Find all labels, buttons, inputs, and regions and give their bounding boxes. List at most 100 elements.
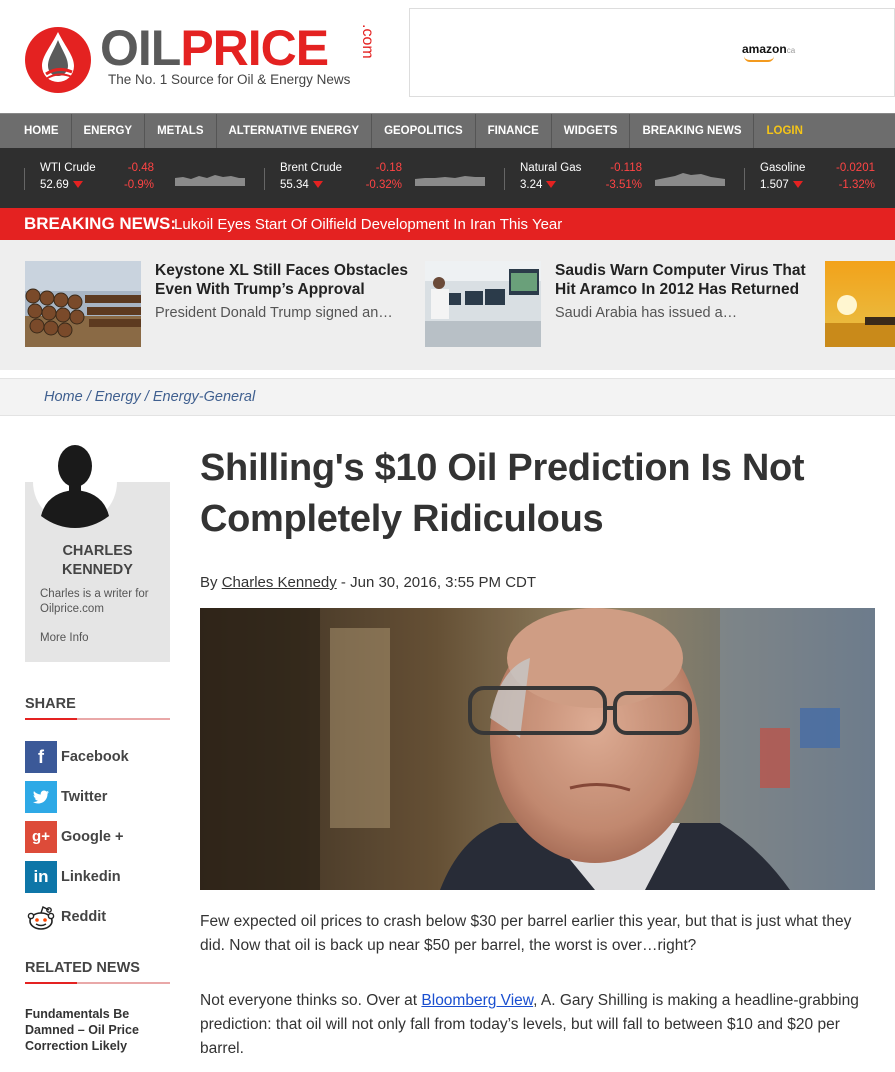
ticker-change: -0.18 (375, 162, 402, 174)
ticker-change: -0.48 (127, 162, 154, 174)
ticker-name: Brent Crude (280, 162, 343, 174)
share-label: Twitter (61, 789, 108, 805)
author-name[interactable]: CHARLES KENNEDY (25, 542, 170, 580)
control-room-image (425, 261, 541, 347)
ticker-percent: -3.51% (605, 179, 642, 191)
share-googleplus-button[interactable]: g+ Google + (25, 821, 170, 853)
ticker-price-value: 3.24 (520, 179, 543, 191)
down-arrow-icon (72, 181, 83, 189)
article-byline: By Charles Kennedy - Jun 30, 2016, 3:55 … (200, 574, 536, 591)
ticker-price-value: 52.69 (40, 179, 69, 191)
nav-login[interactable]: LOGIN (754, 114, 814, 148)
ticker-natural-gas[interactable]: Natural Gas 3.24 -0.118 -3.51% (504, 148, 744, 208)
ticker-price: 52.69 (40, 179, 83, 191)
ticker-change: -0.118 (610, 162, 642, 174)
reddit-icon (27, 906, 55, 930)
twitter-icon (25, 781, 57, 813)
header-ad[interactable]: amazonca (409, 8, 895, 97)
breaking-news-headline[interactable]: Lukoil Eyes Start Of Oilfield Developmen… (174, 216, 562, 233)
ticker-divider (264, 168, 265, 190)
nav-energy[interactable]: ENERGY (72, 114, 146, 148)
breadcrumb: Home / Energy / Energy-General (44, 389, 255, 405)
author-avatar-icon (33, 440, 117, 528)
price-ticker: WTI Crude 52.69 -0.48 -0.9% Brent Crude … (0, 148, 895, 208)
linkedin-icon: in (25, 861, 57, 893)
ticker-price: 3.24 (520, 179, 557, 191)
logo-wordmark: OILPRICE (100, 20, 329, 76)
ticker-divider (504, 168, 505, 190)
nav-breaking-news[interactable]: BREAKING NEWS (630, 114, 755, 148)
amazon-smile-icon (744, 56, 774, 62)
breadcrumb-bar: Home / Energy / Energy-General (0, 378, 895, 416)
byline-prefix: By (200, 574, 222, 591)
nav-alternative-energy[interactable]: ALTERNATIVE ENERGY (217, 114, 373, 148)
share-label: Reddit (61, 909, 107, 925)
breadcrumb-separator: / (82, 389, 95, 405)
sunset-image (825, 261, 895, 347)
nav-home[interactable]: HOME (0, 114, 72, 148)
author-bio: Charles is a writer for Oilprice.com (40, 588, 149, 615)
logo-price: PRICE (180, 20, 329, 76)
featured-title[interactable]: Keystone XL Still Faces Obstacles Even W… (155, 261, 415, 299)
ticker-wti[interactable]: WTI Crude 52.69 -0.48 -0.9% (24, 148, 264, 208)
share-reddit-button[interactable]: Reddit (25, 901, 170, 933)
author-more-info-link[interactable]: More Info (40, 632, 89, 644)
share-label: Linkedin (61, 869, 121, 885)
breadcrumb-separator: / (140, 389, 153, 405)
featured-excerpt: President Donald Trump signed an… (155, 305, 393, 321)
featured-strip: Keystone XL Still Faces Obstacles Even W… (0, 240, 895, 370)
share-heading: SHARE (25, 696, 170, 720)
ticker-gasoline[interactable]: Gasoline 1.507 -0.0201 -1.32% (744, 148, 895, 208)
share-facebook-button[interactable]: f Facebook (25, 741, 170, 773)
pipeline-image (25, 261, 141, 347)
ad-brand-suffix: ca (786, 46, 796, 55)
author-name-first: CHARLES (62, 543, 133, 559)
breadcrumb-energy-general[interactable]: Energy-General (153, 389, 255, 405)
ticker-divider (744, 168, 745, 190)
breaking-news-label: BREAKING NEWS: (24, 214, 177, 233)
article-paragraph: Not everyone thinks so. Over at Bloomber… (200, 989, 880, 1061)
nav-geopolitics[interactable]: GEOPOLITICS (372, 114, 476, 148)
sparkline-chart (655, 173, 725, 186)
related-news-heading: RELATED NEWS (25, 960, 170, 984)
site-logo[interactable]: OILPRICE .com The No. 1 Source for Oil &… (22, 14, 392, 104)
article-title: Shilling's $10 Oil Prediction Is Not Com… (200, 447, 805, 540)
article-hero-image (200, 608, 875, 890)
sparkline-chart (415, 176, 485, 186)
down-arrow-icon (792, 181, 803, 189)
site-header: OILPRICE .com The No. 1 Source for Oil &… (0, 0, 895, 113)
logo-oil: OIL (100, 20, 181, 76)
byline-author-link[interactable]: Charles Kennedy (222, 574, 337, 591)
ad-brand: amazon (742, 42, 787, 56)
byline-date: - Jun 30, 2016, 3:55 PM CDT (336, 574, 537, 591)
share-linkedin-button[interactable]: in Linkedin (25, 861, 170, 893)
related-news-link[interactable]: Fundamentals Be Damned – Oil Price Corre… (25, 1006, 165, 1054)
ticker-price: 1.507 (760, 179, 803, 191)
breadcrumb-home[interactable]: Home (44, 389, 83, 405)
facebook-icon: f (25, 741, 57, 773)
bloomberg-view-link[interactable]: Bloomberg View (421, 992, 533, 1009)
breadcrumb-energy[interactable]: Energy (95, 389, 141, 405)
ticker-price-value: 55.34 (280, 179, 309, 191)
nav-metals[interactable]: METALS (145, 114, 217, 148)
author-name-last: KENNEDY (62, 562, 133, 578)
logo-com: .com (359, 24, 376, 59)
twitter-bird-icon (33, 790, 49, 804)
ticker-price: 55.34 (280, 179, 323, 191)
featured-title[interactable]: Saudis Warn Computer Virus That Hit Aram… (555, 261, 815, 299)
paragraph-text: Not everyone thinks so. Over at (200, 992, 422, 1009)
share-label: Facebook (61, 749, 129, 765)
share-twitter-button[interactable]: Twitter (25, 781, 170, 813)
oil-drop-logo-icon (25, 27, 91, 93)
ticker-name: Natural Gas (520, 162, 582, 174)
ticker-percent: -1.32% (838, 179, 875, 191)
ticker-percent: -0.9% (123, 179, 154, 191)
google-plus-icon: g+ (25, 821, 57, 853)
ticker-brent[interactable]: Brent Crude 55.34 -0.18 -0.32% (264, 148, 504, 208)
ticker-price-value: 1.507 (760, 179, 789, 191)
nav-widgets[interactable]: WIDGETS (552, 114, 631, 148)
nav-finance[interactable]: FINANCE (476, 114, 552, 148)
ticker-change: -0.0201 (835, 162, 875, 174)
down-arrow-icon (312, 181, 323, 189)
breaking-news-bar: BREAKING NEWS: Lukoil Eyes Start Of Oilf… (0, 208, 895, 240)
